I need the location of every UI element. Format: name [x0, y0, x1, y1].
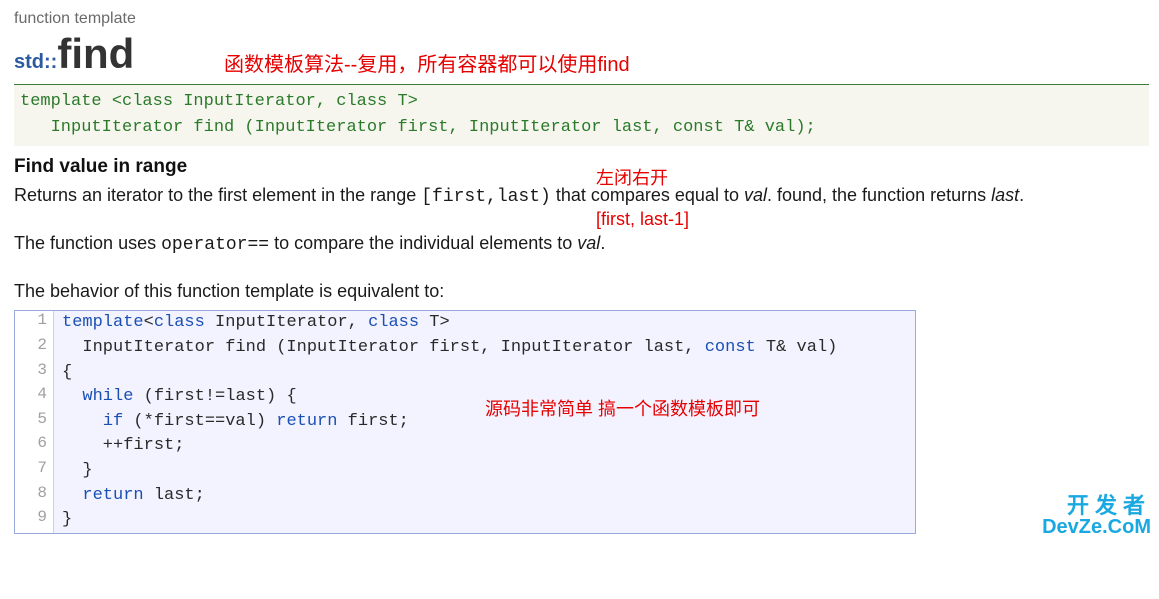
- code-line: 9}: [15, 508, 915, 533]
- code-line: 8 return last;: [15, 484, 915, 509]
- paragraph-1: Returns an iterator to the first element…: [14, 182, 1149, 210]
- p1-range: [first,last): [421, 187, 551, 207]
- code-line: 6 ++first;: [15, 434, 915, 459]
- line-number: 2: [15, 336, 54, 361]
- title-annotation: 函数模板算法--复用，所有容器都可以使用find: [224, 48, 630, 77]
- line-number: 1: [15, 311, 54, 336]
- watermark: 开发者 DevZe.CoM: [1042, 494, 1151, 538]
- subheading: Find value in range: [14, 156, 1149, 178]
- code-line: 1template<class InputIterator, class T>: [15, 311, 915, 336]
- line-number: 4: [15, 385, 54, 410]
- code-content: ++first;: [54, 434, 916, 459]
- p1-text-d: .: [1019, 185, 1024, 205]
- code-line: 7 }: [15, 459, 915, 484]
- range-annotation-2: [first, last-1]: [596, 206, 689, 232]
- p1-last: last: [991, 185, 1019, 205]
- p1-val: val: [744, 185, 767, 205]
- namespace-prefix: std::: [14, 51, 57, 73]
- p2-text-a: The function uses: [14, 233, 161, 253]
- signature-block: template <class InputIterator, class T> …: [14, 84, 1149, 146]
- function-name: find: [57, 30, 134, 77]
- source-annotation: 源码非常简单 搞一个函数模板即可: [485, 395, 760, 421]
- line-number: 6: [15, 434, 54, 459]
- p2-text-c: .: [600, 233, 605, 253]
- code-block: 1template<class InputIterator, class T>2…: [14, 310, 916, 534]
- p1-text-c: . found, the function returns: [767, 185, 991, 205]
- watermark-line1: 开发者: [1042, 494, 1151, 517]
- p2-operator: operator==: [161, 235, 269, 255]
- code-content: InputIterator find (InputIterator first,…: [54, 336, 916, 361]
- paragraph-2: The function uses operator== to compare …: [14, 230, 1149, 258]
- category-label: function template: [14, 10, 1149, 28]
- code-line: 2 InputIterator find (InputIterator firs…: [15, 336, 915, 361]
- p1-text-b: that compares equal to: [551, 185, 744, 205]
- line-number: 9: [15, 508, 54, 533]
- line-number: 3: [15, 361, 54, 386]
- code-line: 4 while (first!=last) {: [15, 385, 915, 410]
- line-number: 8: [15, 484, 54, 509]
- p1-text-a: Returns an iterator to the first element…: [14, 185, 421, 205]
- p2-val: val: [577, 233, 600, 253]
- code-line: 5 if (*first==val) return first;: [15, 410, 915, 435]
- code-content: {: [54, 361, 916, 386]
- paragraph-3: The behavior of this function template i…: [14, 278, 1149, 304]
- title-row: std::find 函数模板算法--复用，所有容器都可以使用find: [14, 30, 1149, 78]
- code-content: }: [54, 508, 916, 533]
- watermark-line2: DevZe.CoM: [1042, 517, 1151, 538]
- line-number: 5: [15, 410, 54, 435]
- line-number: 7: [15, 459, 54, 484]
- code-line: 3{: [15, 361, 915, 386]
- code-content: template<class InputIterator, class T>: [54, 311, 916, 336]
- code-table: 1template<class InputIterator, class T>2…: [15, 311, 915, 533]
- code-content: return last;: [54, 484, 916, 509]
- p2-text-b: to compare the individual elements to: [269, 233, 577, 253]
- code-content: }: [54, 459, 916, 484]
